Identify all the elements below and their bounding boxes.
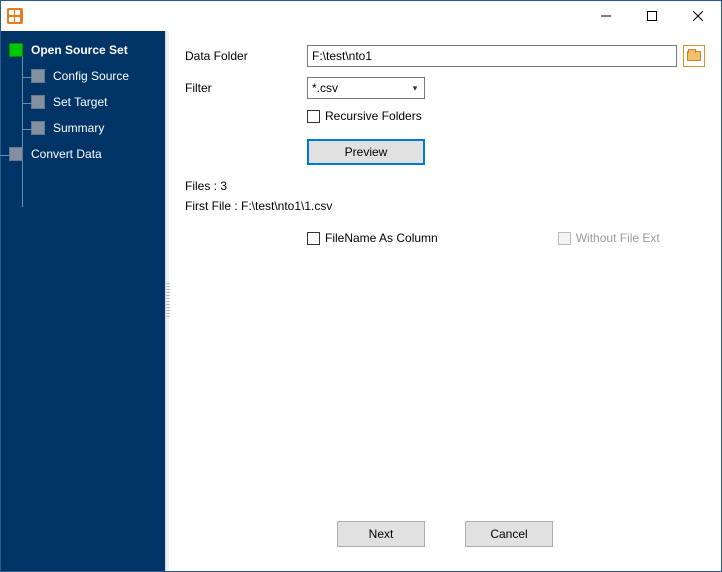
data-folder-label: Data Folder <box>185 49 307 63</box>
files-count: Files : 3 <box>185 179 705 193</box>
next-button[interactable]: Next <box>337 521 425 547</box>
minimize-icon <box>601 11 611 21</box>
filter-row: Filter *.csv ▾ <box>185 77 705 99</box>
spacer <box>185 245 705 511</box>
without-file-ext-option: Without File Ext <box>558 231 660 245</box>
filename-as-column-label: FileName As Column <box>325 231 438 245</box>
cancel-button[interactable]: Cancel <box>465 521 553 547</box>
preview-button-label: Preview <box>345 145 388 159</box>
step-set-target[interactable]: Set Target <box>9 95 157 109</box>
recursive-folders-label: Recursive Folders <box>325 109 422 123</box>
body: Open Source Set Config Source Set Target… <box>1 31 721 571</box>
step-marker-icon <box>9 147 23 161</box>
step-label: Summary <box>53 121 104 135</box>
step-convert-data[interactable]: Convert Data <box>9 147 157 161</box>
close-button[interactable] <box>675 1 721 31</box>
cancel-button-label: Cancel <box>490 527 527 541</box>
minimize-button[interactable] <box>583 1 629 31</box>
app-window: Open Source Set Config Source Set Target… <box>0 0 722 572</box>
step-marker-active-icon <box>9 43 23 57</box>
recursive-folders-row: Recursive Folders <box>307 109 705 123</box>
chevron-down-icon: ▾ <box>406 78 424 98</box>
filter-value: *.csv <box>308 81 406 95</box>
browse-folder-button[interactable] <box>683 45 705 67</box>
folder-icon <box>687 51 701 61</box>
window-controls <box>583 1 721 31</box>
maximize-button[interactable] <box>629 1 675 31</box>
filter-combobox[interactable]: *.csv ▾ <box>307 77 425 99</box>
data-folder-input[interactable] <box>307 45 677 67</box>
data-folder-row: Data Folder <box>185 45 705 67</box>
preview-button[interactable]: Preview <box>307 139 425 165</box>
without-file-ext-checkbox <box>558 232 571 245</box>
without-file-ext-label: Without File Ext <box>576 231 660 245</box>
step-label: Set Target <box>53 95 107 109</box>
filename-as-column-checkbox[interactable] <box>307 232 320 245</box>
step-config-source[interactable]: Config Source <box>9 69 157 83</box>
step-label: Open Source Set <box>31 43 128 57</box>
step-marker-icon <box>31 69 45 83</box>
maximize-icon <box>647 11 657 21</box>
wizard-sidebar: Open Source Set Config Source Set Target… <box>1 31 165 571</box>
step-open-source-set[interactable]: Open Source Set <box>9 43 157 57</box>
app-icon <box>7 8 23 24</box>
filename-as-column-option: FileName As Column <box>307 231 438 245</box>
content-panel: Data Folder Filter *.csv ▾ Recursive Fol… <box>169 31 721 571</box>
close-icon <box>693 11 703 21</box>
next-button-label: Next <box>369 527 394 541</box>
options-row: FileName As Column Without File Ext <box>307 231 705 245</box>
step-marker-icon <box>31 95 45 109</box>
step-label: Convert Data <box>31 147 102 161</box>
footer: Next Cancel <box>185 511 705 561</box>
step-marker-icon <box>31 121 45 135</box>
step-summary[interactable]: Summary <box>9 121 157 135</box>
recursive-folders-checkbox[interactable] <box>307 110 320 123</box>
first-file: First File : F:\test\nto1\1.csv <box>185 199 705 213</box>
titlebar <box>1 1 721 31</box>
filter-label: Filter <box>185 81 307 95</box>
step-label: Config Source <box>53 69 129 83</box>
